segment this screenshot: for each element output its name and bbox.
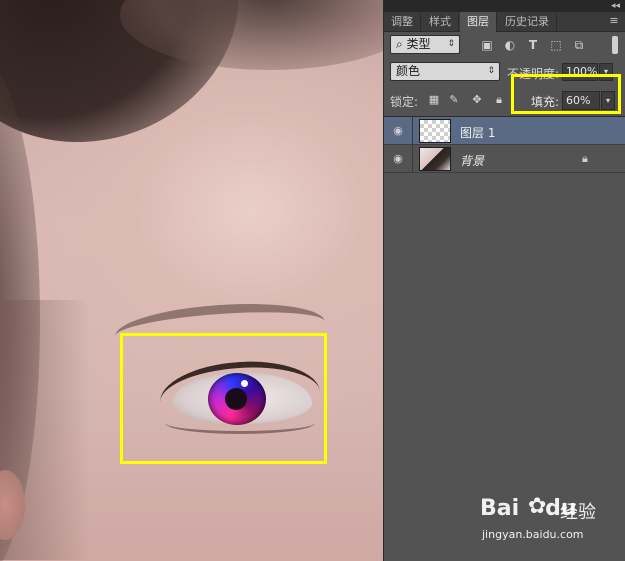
lock-label: 锁定:	[390, 95, 419, 109]
lock-all-icon[interactable]: 🔒︎	[492, 93, 506, 107]
tab-styles[interactable]: 样式	[422, 12, 459, 32]
chevron-updown-icon: ⇕	[487, 66, 495, 76]
visibility-eye-icon[interactable]: ◉	[390, 123, 406, 139]
image-filter-icon[interactable]: ▣	[479, 37, 495, 53]
layer-filter-row: ⌕ 类型 ⇕ ▣ ◐ T ⬚ ⧉	[384, 33, 625, 55]
filter-kind-label: 类型	[406, 37, 431, 51]
lock-paint-icon[interactable]: ✎	[447, 93, 461, 107]
filter-kind-dropdown[interactable]: ⌕ 类型 ⇕	[390, 35, 460, 54]
layer-name[interactable]: 图层 1	[460, 124, 495, 141]
tab-history[interactable]: 历史记录	[498, 12, 557, 32]
adjustment-filter-icon[interactable]: ◐	[502, 37, 518, 53]
tab-layers[interactable]: 图层	[460, 12, 497, 32]
visibility-eye-icon[interactable]: ◉	[390, 151, 406, 167]
layer-row[interactable]: ◉ 背景 🔒︎	[384, 145, 625, 173]
panel-tabs: 调整 样式 图层 历史记录	[384, 12, 625, 32]
divider	[412, 145, 413, 173]
tab-adjustments[interactable]: 调整	[384, 12, 421, 32]
watermark-url: jingyan.baidu.com	[482, 528, 584, 541]
layer-lock-icon: 🔒︎	[582, 152, 588, 165]
panel-menu-icon[interactable]: ≡	[607, 14, 621, 28]
layer-thumbnail	[419, 119, 451, 143]
lock-position-icon[interactable]: ✥	[470, 93, 484, 107]
watermark-product: 经验	[560, 502, 596, 523]
smart-object-filter-icon[interactable]: ⧉	[571, 37, 587, 53]
layer-row[interactable]: ◉ 图层 1	[384, 117, 625, 145]
layer-name[interactable]: 背景	[460, 152, 484, 169]
panel-title-strip: ◂◂	[384, 0, 625, 12]
blend-mode-label: 颜色	[396, 64, 421, 78]
lock-transparency-icon[interactable]: ▦	[427, 93, 441, 107]
paw-icon: ✿	[528, 494, 547, 519]
blend-mode-dropdown[interactable]: 颜色 ⇕	[390, 62, 500, 81]
shape-filter-icon[interactable]: ⬚	[548, 37, 564, 53]
baidu-jingyan-watermark: Bai du ✿ 经验 jingyan.baidu.com	[480, 490, 620, 550]
layer-thumbnail	[419, 147, 451, 171]
filter-toggle-switch[interactable]	[612, 36, 618, 54]
search-icon: ⌕	[396, 37, 407, 51]
fill-annotation-box	[511, 74, 621, 114]
eye-annotation-box	[120, 333, 327, 464]
layers-panel: ◂◂ 调整 样式 图层 历史记录 ≡ ⌕ 类型 ⇕ ▣ ◐ T ⬚ ⧉ 颜色 ⇕…	[383, 0, 625, 561]
collapse-panel-icon[interactable]: ◂◂	[611, 1, 620, 11]
image-canvas[interactable]	[0, 0, 383, 561]
chevron-updown-icon: ⇕	[447, 39, 455, 49]
divider	[412, 117, 413, 145]
text-filter-icon[interactable]: T	[525, 37, 541, 53]
